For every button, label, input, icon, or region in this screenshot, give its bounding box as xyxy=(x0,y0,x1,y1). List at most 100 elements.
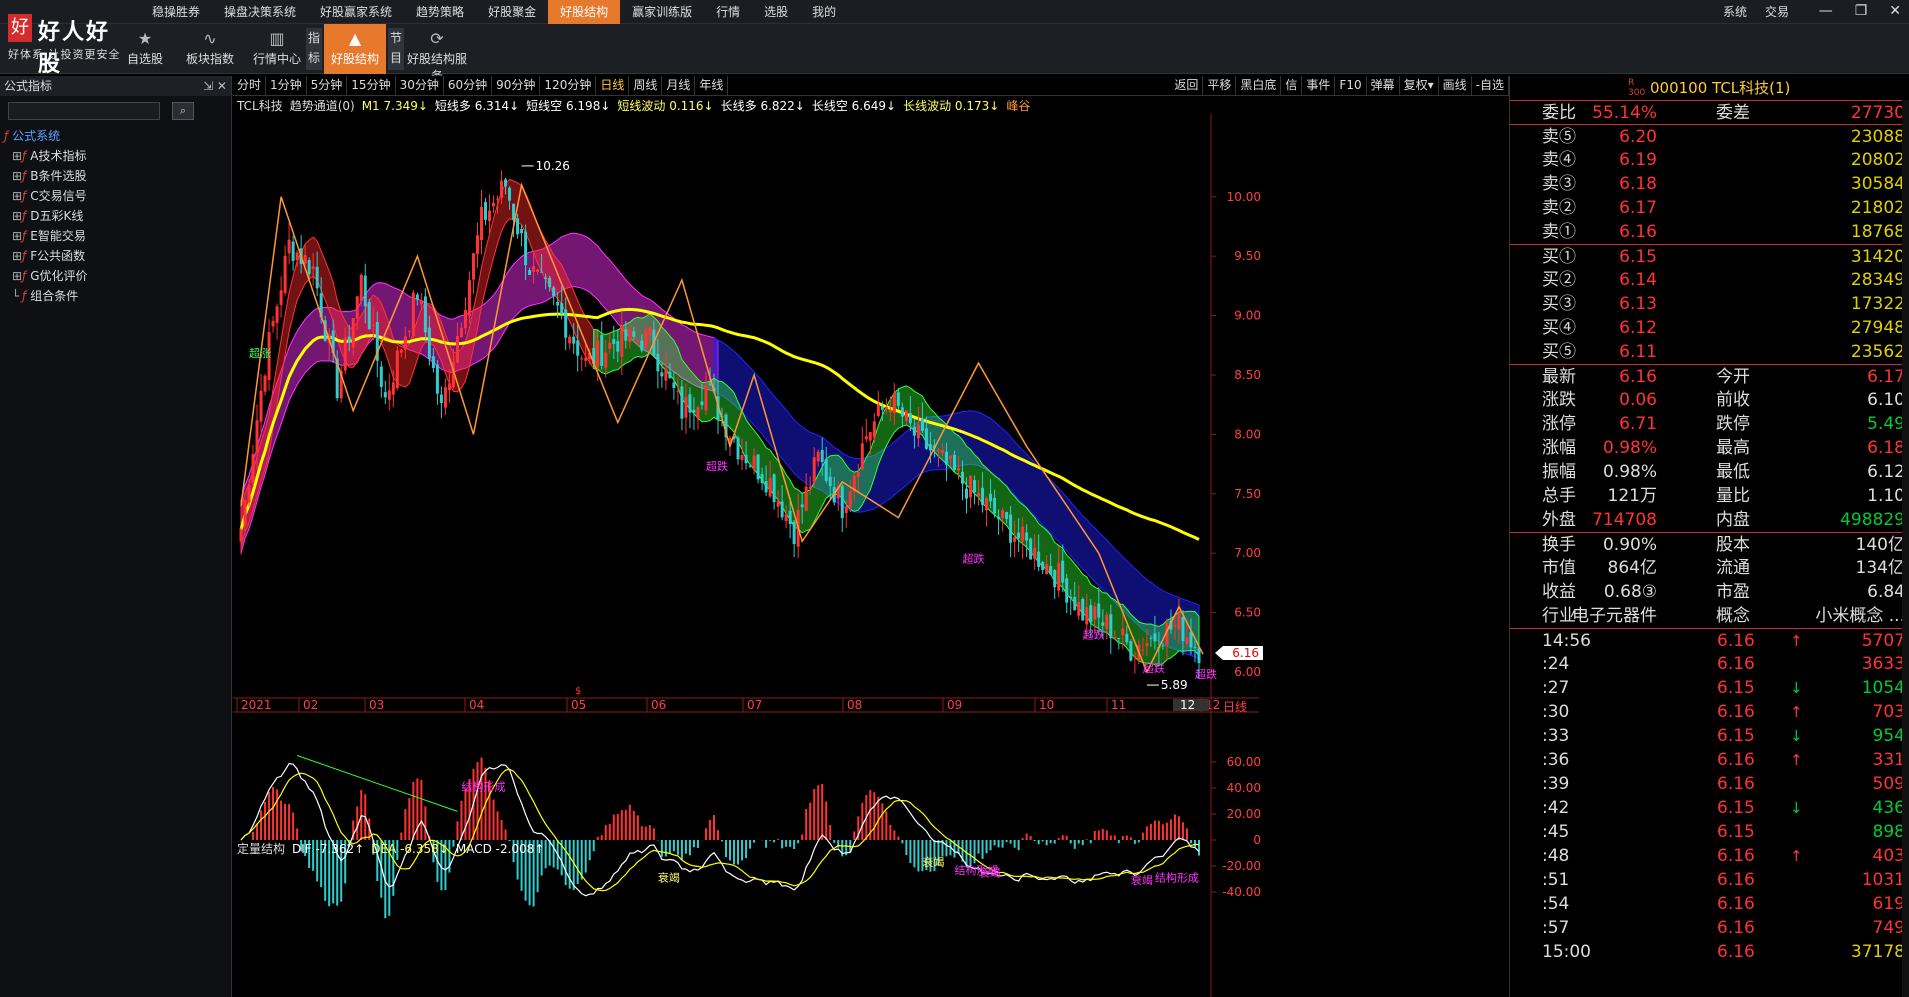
chart-tool-button[interactable]: 返回 xyxy=(1170,76,1204,95)
kline-chart[interactable]: 10.00 9.50 9.00 8.50 8.00 7.50 7.00 6.50 6.00 202… xyxy=(233,114,1509,997)
market-center-button[interactable]: ▥ 行情中心 xyxy=(246,24,308,74)
formula-search-input[interactable] xyxy=(8,102,160,120)
menu-item[interactable]: 行情 xyxy=(704,0,752,24)
chart-tool-button[interactable]: 平移 xyxy=(1203,76,1237,95)
chart-tool-button[interactable]: 弹幕 xyxy=(1367,76,1400,95)
candle-body xyxy=(1189,632,1193,648)
stat-label: 涨跌 xyxy=(1542,390,1576,410)
candle-body xyxy=(371,324,375,326)
month-label: 03 xyxy=(369,698,384,712)
tick-price: 6.15 xyxy=(1717,822,1755,842)
candle-body xyxy=(560,303,564,314)
formula-icon: ƒ xyxy=(4,129,9,143)
expand-icon[interactable]: ⊞ xyxy=(12,186,22,206)
menu-item[interactable]: 选股 xyxy=(752,0,800,24)
trade-menu[interactable]: 交易 xyxy=(1765,0,1789,24)
period-tab[interactable]: 周线 xyxy=(629,76,663,95)
tree-item[interactable]: ⊞ƒ C交易信号 xyxy=(4,186,88,206)
menu-item[interactable]: 趋势策略 xyxy=(404,0,476,24)
expand-icon[interactable]: └ xyxy=(12,286,22,306)
period-tab[interactable]: 分时 xyxy=(233,76,267,95)
chart-tool-button[interactable]: 复权▾ xyxy=(1400,76,1439,95)
period-tab[interactable]: 1分钟 xyxy=(266,76,307,95)
search-icon[interactable]: ⌕ xyxy=(172,102,194,120)
tree-item[interactable]: ⊞ƒ D五彩K线 xyxy=(4,206,88,226)
chart-tool-button[interactable]: F10 xyxy=(1335,76,1367,95)
menu-item[interactable]: 稳操胜券 xyxy=(140,0,212,24)
period-tab[interactable]: 5分钟 xyxy=(307,76,348,95)
candle-body xyxy=(443,387,447,408)
period-tab[interactable]: 30分钟 xyxy=(396,76,444,95)
candle-body xyxy=(1149,637,1153,639)
period-tab[interactable]: 年线 xyxy=(695,76,729,95)
minimize-icon[interactable]: — xyxy=(1819,0,1833,22)
program-vertical-tab[interactable]: 节 目 xyxy=(388,28,404,70)
menu-item[interactable]: 好股聚金 xyxy=(476,0,548,24)
candle-body xyxy=(977,493,981,497)
tree-item[interactable]: ⊞ƒ B条件选股 xyxy=(4,166,88,186)
tree-item[interactable]: ⊞ƒ E智能交易 xyxy=(4,226,88,246)
tree-item[interactable]: └ ƒ 组合条件 xyxy=(4,286,88,306)
expand-icon[interactable]: ⊞ xyxy=(12,226,22,246)
tree-item[interactable]: ⊞ƒ F公共函数 xyxy=(4,246,88,266)
chart-tool-button[interactable]: 画线 xyxy=(1439,76,1472,95)
menu-item[interactable]: 赢家训练版 xyxy=(620,0,704,24)
tree-root[interactable]: ƒ 公式系统 xyxy=(4,126,88,146)
candle-body xyxy=(896,392,900,406)
scrollbar[interactable] xyxy=(1902,100,1909,997)
expand-icon[interactable]: ⊞ xyxy=(12,146,22,166)
menu-item[interactable]: 好股赢家系统 xyxy=(308,0,404,24)
indicator-value: M1 7.349↓ xyxy=(361,99,428,113)
candle-body xyxy=(544,277,548,280)
period-tab[interactable]: 日线 xyxy=(596,76,630,95)
good-stock-structure-button[interactable]: ▲ 好股结构 xyxy=(324,24,386,74)
stat-value: 498829 xyxy=(1840,510,1905,530)
candle-body xyxy=(1173,624,1177,627)
expand-icon[interactable]: ⊞ xyxy=(12,266,22,286)
stat-label: 涨停 xyxy=(1542,414,1576,434)
indicator-vertical-tab[interactable]: 指 标 xyxy=(306,28,322,70)
chart-tool-button[interactable]: -自选 xyxy=(1472,76,1509,95)
candle-body xyxy=(556,301,560,306)
period-tab[interactable]: 120分钟 xyxy=(540,76,597,95)
panel-controls[interactable]: ⇲ ✕ xyxy=(203,76,227,96)
expand-icon[interactable]: ⊞ xyxy=(12,246,22,266)
low-price-label: 5.89 xyxy=(1161,678,1188,692)
candle-body xyxy=(800,504,804,508)
candle-body xyxy=(1177,612,1181,630)
candle-body xyxy=(612,339,616,345)
tree-item-label: B条件选股 xyxy=(30,169,87,183)
chart-tool-button[interactable]: 事件 xyxy=(1302,76,1336,95)
candle-body xyxy=(692,409,696,413)
maximize-icon[interactable]: ❐ xyxy=(1855,0,1868,22)
system-menu[interactable]: 系统 xyxy=(1723,0,1747,24)
chart-tool-button[interactable]: 黑白底 xyxy=(1236,76,1282,95)
menu-item[interactable]: 好股结构 xyxy=(548,0,621,24)
candle-body xyxy=(816,451,820,462)
tree-item[interactable]: ⊞ƒ A技术指标 xyxy=(4,146,88,166)
candle-body xyxy=(492,202,496,207)
chart-tool-button[interactable]: 信 xyxy=(1281,76,1303,95)
tick-time: :42 xyxy=(1542,798,1570,818)
month-label: 10 xyxy=(1039,698,1054,712)
candle-body xyxy=(936,449,940,452)
formula-icon: ƒ xyxy=(22,209,27,223)
period-tab[interactable]: 15分钟 xyxy=(347,76,396,95)
close-icon[interactable]: ✕ xyxy=(1889,0,1901,22)
candle-body xyxy=(283,255,287,293)
sector-index-button[interactable]: ∿ 板块指数 xyxy=(180,24,240,74)
candle-body xyxy=(704,385,708,411)
tick-price: 6.16 xyxy=(1717,942,1755,962)
period-tab[interactable]: 月线 xyxy=(662,76,696,95)
period-tab[interactable]: 60分钟 xyxy=(444,76,493,95)
menu-item[interactable]: 操盘决策系统 xyxy=(212,0,308,24)
expand-icon[interactable]: ⊞ xyxy=(12,166,22,186)
structure-service-button[interactable]: ⟳ 好股结构服务 xyxy=(406,24,468,84)
stat-row: 市值 864亿 流通 134亿 xyxy=(1510,556,1909,580)
period-tab[interactable]: 90分钟 xyxy=(492,76,541,95)
candle-body xyxy=(1057,563,1061,591)
tree-item[interactable]: ⊞ƒ G优化评价 xyxy=(4,266,88,286)
expand-icon[interactable]: ⊞ xyxy=(12,206,22,226)
menu-item[interactable]: 我的 xyxy=(800,0,848,24)
tree-item-label: G优化评价 xyxy=(30,269,88,283)
